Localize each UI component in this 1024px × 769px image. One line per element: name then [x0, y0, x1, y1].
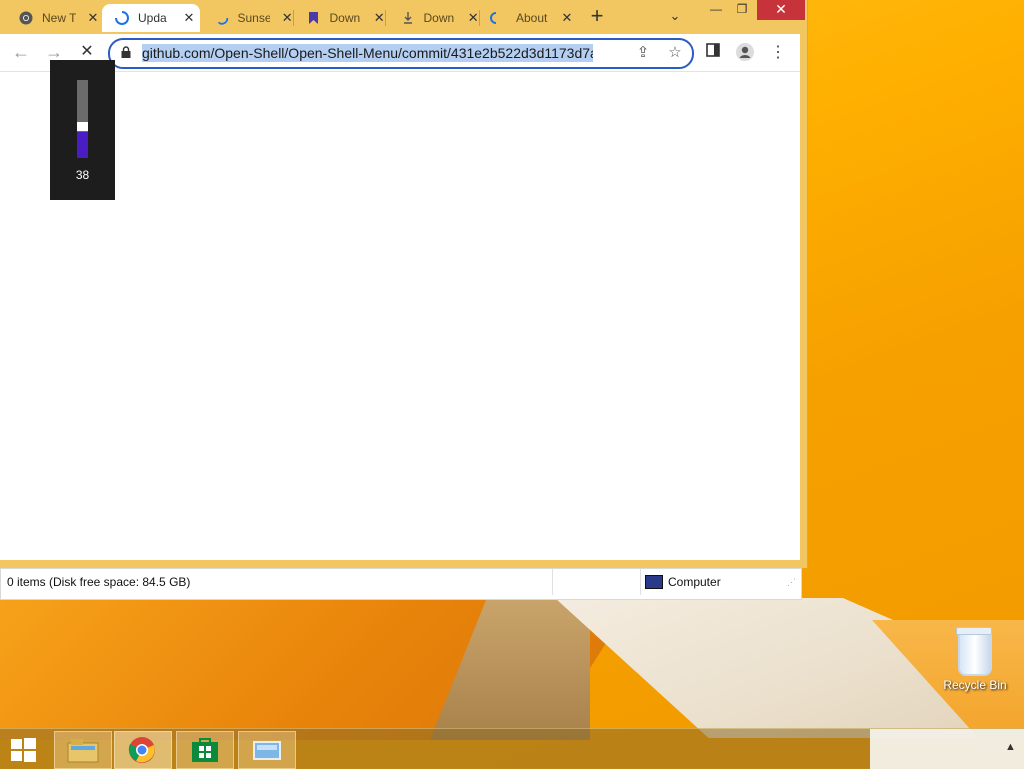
tab-label: Sunse	[237, 11, 271, 25]
tab-update[interactable]: Upda ✕	[102, 4, 200, 32]
tab-label: Down	[329, 11, 361, 25]
tab-label: Down	[423, 11, 455, 25]
page-content	[0, 72, 800, 560]
browser-toolbar: ← → ✕ github.com/Open-Shell/Open-Shell-M…	[0, 34, 800, 72]
star-bookmark-icon[interactable]: ☆	[666, 44, 684, 62]
back-arrow-icon[interactable]: ←	[10, 42, 32, 64]
store-taskbar-button[interactable]	[176, 731, 234, 769]
window-close-button[interactable]: ✕	[757, 0, 805, 20]
share-icon[interactable]: ⇪	[634, 44, 652, 62]
volume-value: 38	[75, 168, 90, 182]
volume-level-fill	[77, 132, 88, 158]
chrome-icon	[18, 10, 34, 26]
tab-strip: New T ✕ Upda ✕ Sunse ✕ Down ✕ Down ✕ Abo…	[0, 0, 807, 34]
tab-download-1[interactable]: Down ✕	[292, 4, 386, 32]
close-tab-icon[interactable]: ✕	[560, 10, 574, 25]
recycle-bin-icon	[956, 627, 992, 676]
resize-grip-icon[interactable]: ⋰	[787, 578, 797, 593]
loading-spinner-icon	[486, 10, 502, 26]
loading-spinner-icon	[114, 10, 130, 26]
tab-download-2[interactable]: Down ✕	[386, 4, 480, 32]
tab-label: New T	[42, 11, 76, 25]
store-icon	[192, 738, 218, 762]
item-count-text: 0 items (Disk free space: 84.5 GB)	[7, 569, 553, 595]
show-hidden-icons-chevron-icon[interactable]: ▲	[1005, 741, 1016, 753]
bookmark-icon	[306, 10, 322, 26]
more-menu-icon[interactable]: ⋮	[767, 42, 789, 64]
taskbar: ▲	[0, 728, 1024, 769]
tab-label: About	[516, 11, 548, 25]
windows-start-icon[interactable]	[8, 737, 38, 763]
close-tab-icon[interactable]: ✕	[466, 10, 480, 25]
chrome-logo-icon	[128, 737, 155, 763]
location-label: Computer	[668, 575, 721, 589]
volume-overlay: 38	[50, 60, 115, 200]
recycle-bin-label: Recycle Bin	[943, 678, 1007, 692]
restore-button[interactable]: ❐	[727, 0, 757, 20]
tab-sunset[interactable]: Sunse ✕	[196, 4, 294, 32]
lock-icon	[121, 46, 131, 58]
address-bar[interactable]: github.com/Open-Shell/Open-Shell-Menu/co…	[108, 38, 694, 69]
folder-icon	[67, 739, 99, 763]
window-app-taskbar-button[interactable]	[238, 731, 296, 769]
tab-search-chevron-icon[interactable]: ⌄	[666, 8, 684, 26]
close-tab-icon[interactable]: ✕	[372, 10, 386, 25]
window-icon	[253, 741, 281, 760]
loading-spinner-icon	[214, 10, 230, 26]
url-text[interactable]: github.com/Open-Shell/Open-Shell-Menu/co…	[142, 44, 593, 62]
browser-window: New T ✕ Upda ✕ Sunse ✕ Down ✕ Down ✕ Abo…	[0, 0, 808, 568]
side-panel-icon[interactable]	[702, 42, 724, 64]
profile-avatar-icon[interactable]	[734, 42, 756, 64]
computer-icon	[645, 575, 663, 589]
file-explorer-taskbar-button[interactable]	[54, 731, 112, 769]
close-tab-icon[interactable]: ✕	[182, 10, 196, 25]
recycle-bin[interactable]: Recycle Bin	[940, 627, 1010, 692]
download-icon	[400, 10, 416, 26]
volume-thumb[interactable]	[77, 122, 88, 131]
explorer-status-bar: 0 items (Disk free space: 84.5 GB) Compu…	[0, 568, 802, 600]
tab-label: Upda	[138, 11, 167, 25]
location-cell: Computer	[645, 569, 765, 595]
chrome-taskbar-button[interactable]	[114, 731, 172, 769]
new-tab-button[interactable]: +	[586, 5, 608, 28]
system-tray	[870, 729, 1024, 769]
tab-about[interactable]: About ✕	[480, 4, 575, 32]
tab-new-tab[interactable]: New T ✕	[0, 4, 102, 32]
close-tab-icon[interactable]: ✕	[86, 10, 100, 25]
status-empty-cell	[554, 569, 641, 595]
